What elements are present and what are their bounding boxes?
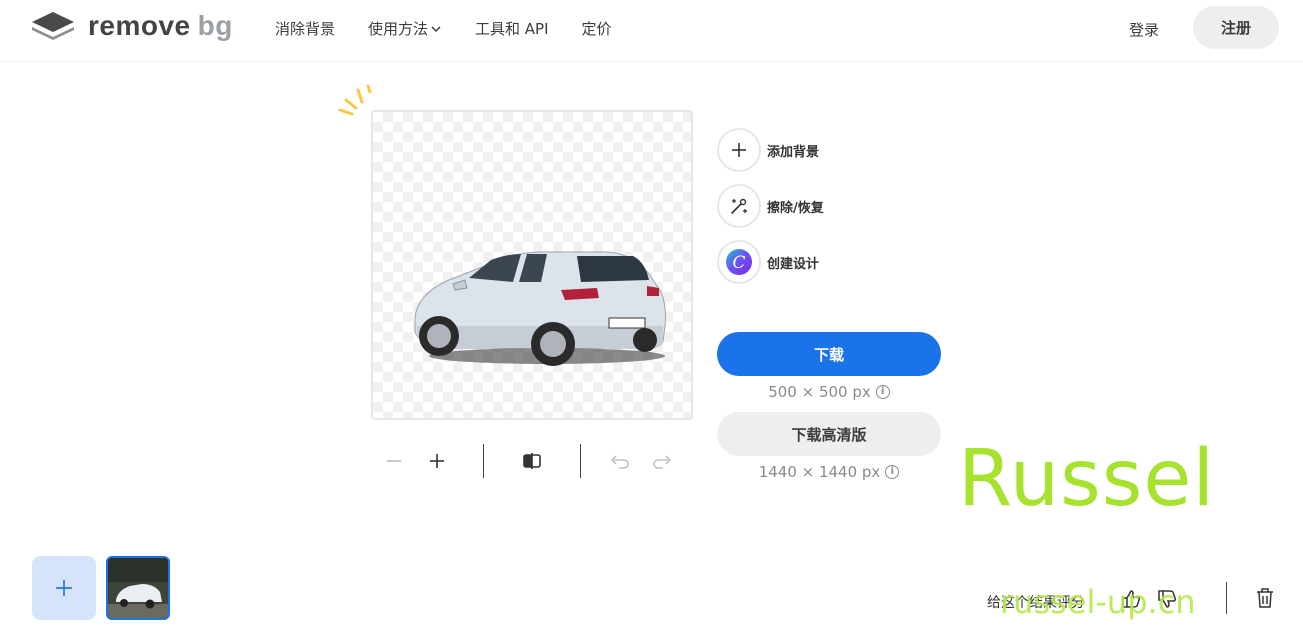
download-button[interactable]: 下载 [717, 332, 941, 376]
svg-text:C: C [732, 253, 745, 273]
plus-icon [732, 143, 746, 157]
thumbnail-image [108, 558, 168, 618]
info-icon[interactable]: i [875, 385, 890, 399]
redo-icon [653, 455, 672, 469]
zoom-in-button[interactable] [425, 449, 449, 473]
top-header: remove bg 消除背景 使用方法 工具和 API 定价 登录 注册 [0, 0, 1303, 62]
logo[interactable]: remove bg [30, 10, 233, 42]
bottom-divider [1226, 582, 1227, 614]
add-image-button[interactable] [32, 556, 96, 620]
nav-label: 使用方法 [368, 20, 429, 38]
create-design-button[interactable]: C [717, 240, 761, 284]
trash-icon[interactable] [1256, 588, 1274, 608]
nav-remove-background[interactable]: 消除背景 [275, 18, 335, 39]
logo-icon [32, 12, 74, 40]
nav-label: 定价 [581, 20, 612, 38]
chevron-down-icon [431, 25, 441, 32]
toolbar-divider [483, 444, 484, 478]
add-background-label: 添加背景 [767, 144, 820, 160]
zoom-out-button[interactable] [382, 449, 406, 473]
nav-label: 工具和 API [475, 20, 549, 38]
download-hd-button[interactable]: 下载高清版 [717, 412, 941, 456]
add-background-button[interactable] [717, 128, 761, 172]
zoom-out-icon [387, 460, 401, 462]
canva-icon: C [726, 249, 752, 275]
watermark-text: Russel [958, 434, 1216, 524]
login-link[interactable]: 登录 [1129, 19, 1159, 40]
create-design-label: 创建设计 [767, 256, 820, 272]
logo-text-bg: bg [197, 10, 233, 41]
compare-button[interactable] [520, 449, 544, 473]
signup-button[interactable]: 注册 [1193, 6, 1279, 49]
nav-pricing[interactable]: 定价 [582, 18, 612, 39]
undo-button[interactable] [608, 449, 632, 473]
add-background-action[interactable]: 添加背景 [717, 128, 819, 172]
result-preview[interactable] [371, 110, 693, 420]
erase-restore-action[interactable]: 擦除/恢复 [717, 184, 824, 228]
compare-icon [523, 453, 541, 469]
magic-brush-icon [731, 198, 747, 214]
erase-restore-button[interactable] [717, 184, 761, 228]
download-hd-size: 1440 × 1440 px i [717, 463, 941, 481]
preview-toolbar [380, 444, 680, 478]
info-icon[interactable]: i [885, 465, 900, 479]
create-design-action[interactable]: C 创建设计 [717, 240, 819, 284]
erase-restore-label: 擦除/恢复 [767, 200, 824, 216]
nav-tools-api[interactable]: 工具和 API [475, 18, 549, 39]
image-thumbnail[interactable] [106, 556, 170, 620]
logo-text-remove: remove [88, 10, 191, 41]
nav-how-to-use[interactable]: 使用方法 [368, 18, 442, 39]
download-size-label: 500 × 500 px [768, 383, 871, 401]
car-image [414, 251, 666, 366]
watermark-url: russel-up.cn [1000, 583, 1196, 621]
download-size: 500 × 500 px i [717, 383, 941, 401]
plus-icon [56, 580, 72, 596]
redo-button[interactable] [650, 449, 674, 473]
toolbar-divider [580, 444, 581, 478]
nav-label: 消除背景 [275, 20, 336, 38]
zoom-in-icon [430, 454, 444, 468]
download-hd-size-label: 1440 × 1440 px [758, 463, 881, 481]
main-nav: 消除背景 使用方法 工具和 API 定价 [275, 18, 645, 39]
undo-icon [610, 455, 629, 469]
